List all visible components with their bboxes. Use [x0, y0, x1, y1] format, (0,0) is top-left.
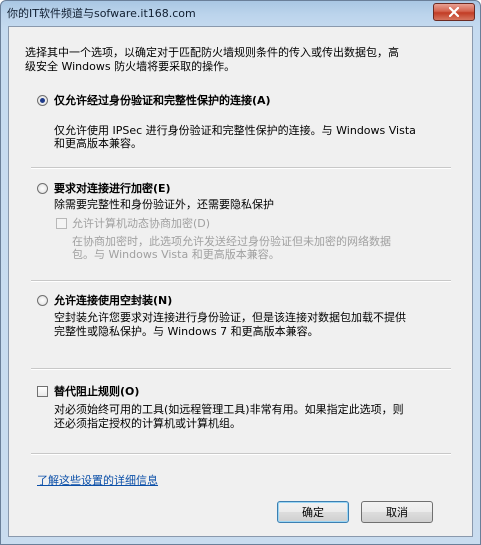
divider	[31, 280, 451, 282]
option-encrypt-label[interactable]: 要求对连接进行加密(E)	[54, 182, 171, 195]
option-auth-secure-desc-2: 和更高版本兼容。	[54, 137, 142, 150]
close-icon	[449, 7, 459, 17]
dialog-content: 选择其中一个选项，以确定对于匹配防火墙规则条件的传入或传出数据包，高 级安全 W…	[8, 26, 473, 537]
option-null-encap-label[interactable]: 允许连接使用空封装(N)	[54, 294, 172, 307]
radio-null-encap[interactable]	[37, 295, 48, 306]
dynamic-negotiate-label[interactable]: 允许计算机动态协商加密(D)	[72, 217, 210, 230]
option-override-desc-2: 还必须指定授权的计算机或计算机组。	[54, 417, 241, 430]
divider	[31, 368, 451, 370]
dynamic-negotiate-desc-2: 包。与 Windows Vista 和更高版本兼容。	[72, 248, 280, 261]
window-title: 你的IT软件频道与sofware.it168.com	[7, 7, 196, 20]
radio-auth-secure[interactable]	[37, 95, 48, 106]
title-bar[interactable]: 你的IT软件频道与sofware.it168.com	[1, 1, 480, 25]
ok-button[interactable]: 确定	[277, 501, 349, 523]
checkbox-dynamic-negotiate[interactable]	[56, 218, 67, 229]
option-override-label[interactable]: 替代阻止规则(O)	[54, 385, 139, 398]
option-override-desc-1: 对必须始终可用的工具(如远程管理工具)非常有用。如果指定此选项，则	[54, 403, 404, 416]
close-button[interactable]	[433, 3, 475, 21]
option-null-encap-desc-1: 空封装允许您要求对连接进行身份验证，但是该连接对数据包加载不提供	[54, 311, 406, 324]
option-auth-secure-desc-1: 仅允许使用 IPSec 进行身份验证和完整性保护的连接。与 Windows Vi…	[54, 124, 416, 137]
checkbox-override[interactable]	[37, 386, 48, 397]
divider	[31, 167, 451, 169]
divider	[31, 453, 451, 455]
option-null-encap-desc-2: 完整性或隐私保护。与 Windows 7 和更高版本兼容。	[54, 325, 319, 338]
radio-encrypt[interactable]	[37, 183, 48, 194]
option-encrypt-desc: 除需要完整性和身份验证外，还需要隐私保护	[54, 198, 274, 211]
learn-more-link[interactable]: 了解这些设置的详细信息	[37, 472, 158, 488]
dynamic-negotiate-desc-1: 在协商加密时，此选项允许发送经过身份验证但未加密的网络数据	[72, 235, 391, 248]
dialog-window: 你的IT软件频道与sofware.it168.com 选择其中一个选项，以确定对…	[0, 0, 481, 545]
radio-selected-dot	[40, 98, 45, 103]
cancel-button[interactable]: 取消	[361, 501, 433, 523]
intro-line-2: 级安全 Windows 防火墙将要采取的操作。	[25, 60, 236, 73]
intro-line-1: 选择其中一个选项，以确定对于匹配防火墙规则条件的传入或传出数据包，高	[25, 46, 399, 59]
option-auth-secure-label[interactable]: 仅允许经过身份验证和完整性保护的连接(A)	[54, 94, 271, 107]
